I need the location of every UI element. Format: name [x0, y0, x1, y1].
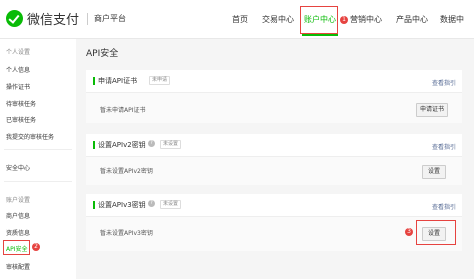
sidebar-item-certificate[interactable]: 操作证书: [6, 82, 30, 91]
status-badge: 未设置: [160, 140, 182, 149]
card-body-text: 暂未设置APIv2密钥: [100, 168, 153, 175]
view-guide-link[interactable]: 查看指引: [432, 78, 456, 87]
brand-name: 微信支付: [27, 13, 80, 28]
brand-divider: [87, 12, 89, 25]
wechat-pay-logo-icon: [6, 10, 23, 27]
view-guide-link[interactable]: 查看指引: [432, 202, 456, 211]
card-accent-bar: [93, 201, 95, 209]
sidebar-group-account: 账户设置: [6, 197, 31, 204]
sidebar-item-security-center[interactable]: 安全中心: [6, 163, 30, 172]
platform-name: 商户平台: [94, 14, 127, 23]
view-guide-link[interactable]: 查看指引: [432, 142, 456, 151]
sidebar-item-pending-tasks[interactable]: 待审核任务: [6, 99, 36, 108]
card-title: 申请API证书: [98, 77, 138, 85]
card-accent-bar: [93, 141, 95, 149]
nav-highlight-box: [300, 6, 338, 34]
step-marker-1: 1: [340, 16, 348, 24]
card-title: 设置APIv3密钥: [98, 201, 146, 209]
nav-data-center[interactable]: 数据中: [440, 14, 464, 25]
sidebar-highlight-box: [3, 240, 30, 255]
card-header: 申请API证书 未申请 查看指引: [86, 70, 462, 90]
card-body-text: 暂未设置APIv3密钥: [100, 230, 153, 237]
card-body: 暂未设置APIv2密钥 设置: [86, 156, 462, 185]
nav-marketing-center[interactable]: 营销中心: [350, 14, 382, 25]
sidebar-group-personal: 个人设置: [6, 49, 31, 56]
step-marker-3: 3: [405, 228, 413, 236]
card-header: 设置APIv2密钥 ? 未设置 查看指引: [86, 134, 462, 154]
card-header: 设置APIv3密钥 ? 未设置 查看指引: [86, 194, 462, 214]
sidebar-divider: [4, 181, 72, 182]
status-badge: 未设置: [160, 200, 182, 209]
nav-active-indicator: [302, 34, 338, 36]
apply-certificate-button[interactable]: 申请证书: [416, 103, 448, 117]
card-body-text: 暂未申请API证书: [100, 107, 146, 114]
card-title: 设置APIv2密钥: [98, 141, 146, 149]
card-accent-bar: [93, 77, 95, 85]
card-body: 暂未申请API证书 申请证书: [86, 92, 462, 123]
top-navigation-bar: 微信支付 商户平台 首页 交易中心 账户中心 营销中心 产品中心 数据中: [0, 0, 474, 39]
sidebar-item-merchant-info[interactable]: 商户信息: [6, 211, 30, 220]
sidebar-divider: [4, 149, 72, 150]
sidebar-item-personal-info[interactable]: 个人信息: [6, 65, 30, 74]
status-badge: 未申请: [149, 76, 171, 85]
set-apiv2-key-button[interactable]: 设置: [422, 165, 446, 179]
sidebar-item-my-submitted-tasks[interactable]: 我提交的审核任务: [6, 132, 54, 141]
page-title: API安全: [86, 49, 119, 59]
sidebar-item-review-config[interactable]: 审核配置: [6, 262, 30, 271]
question-circle-icon[interactable]: ?: [148, 200, 155, 207]
question-circle-icon[interactable]: ?: [148, 140, 155, 147]
nav-product-center[interactable]: 产品中心: [396, 14, 428, 25]
api-certificate-card: 申请API证书 未申请 查看指引 暂未申请API证书 申请证书: [86, 70, 462, 123]
sidebar-item-reviewed-tasks[interactable]: 已审核任务: [6, 115, 36, 124]
apiv2-key-card: 设置APIv2密钥 ? 未设置 查看指引 暂未设置APIv2密钥 设置: [86, 134, 462, 185]
apiv3-key-card: 设置APIv3密钥 ? 未设置 查看指引 暂未设置APIv3密钥 设置: [86, 194, 462, 251]
button-highlight-box: [416, 220, 456, 245]
sidebar-item-qualification[interactable]: 资质信息: [6, 228, 30, 237]
nav-home[interactable]: 首页: [232, 14, 248, 25]
nav-trade-center[interactable]: 交易中心: [262, 14, 294, 25]
step-marker-2: 2: [32, 243, 40, 251]
brand-logo[interactable]: 微信支付 商户平台: [6, 9, 126, 28]
